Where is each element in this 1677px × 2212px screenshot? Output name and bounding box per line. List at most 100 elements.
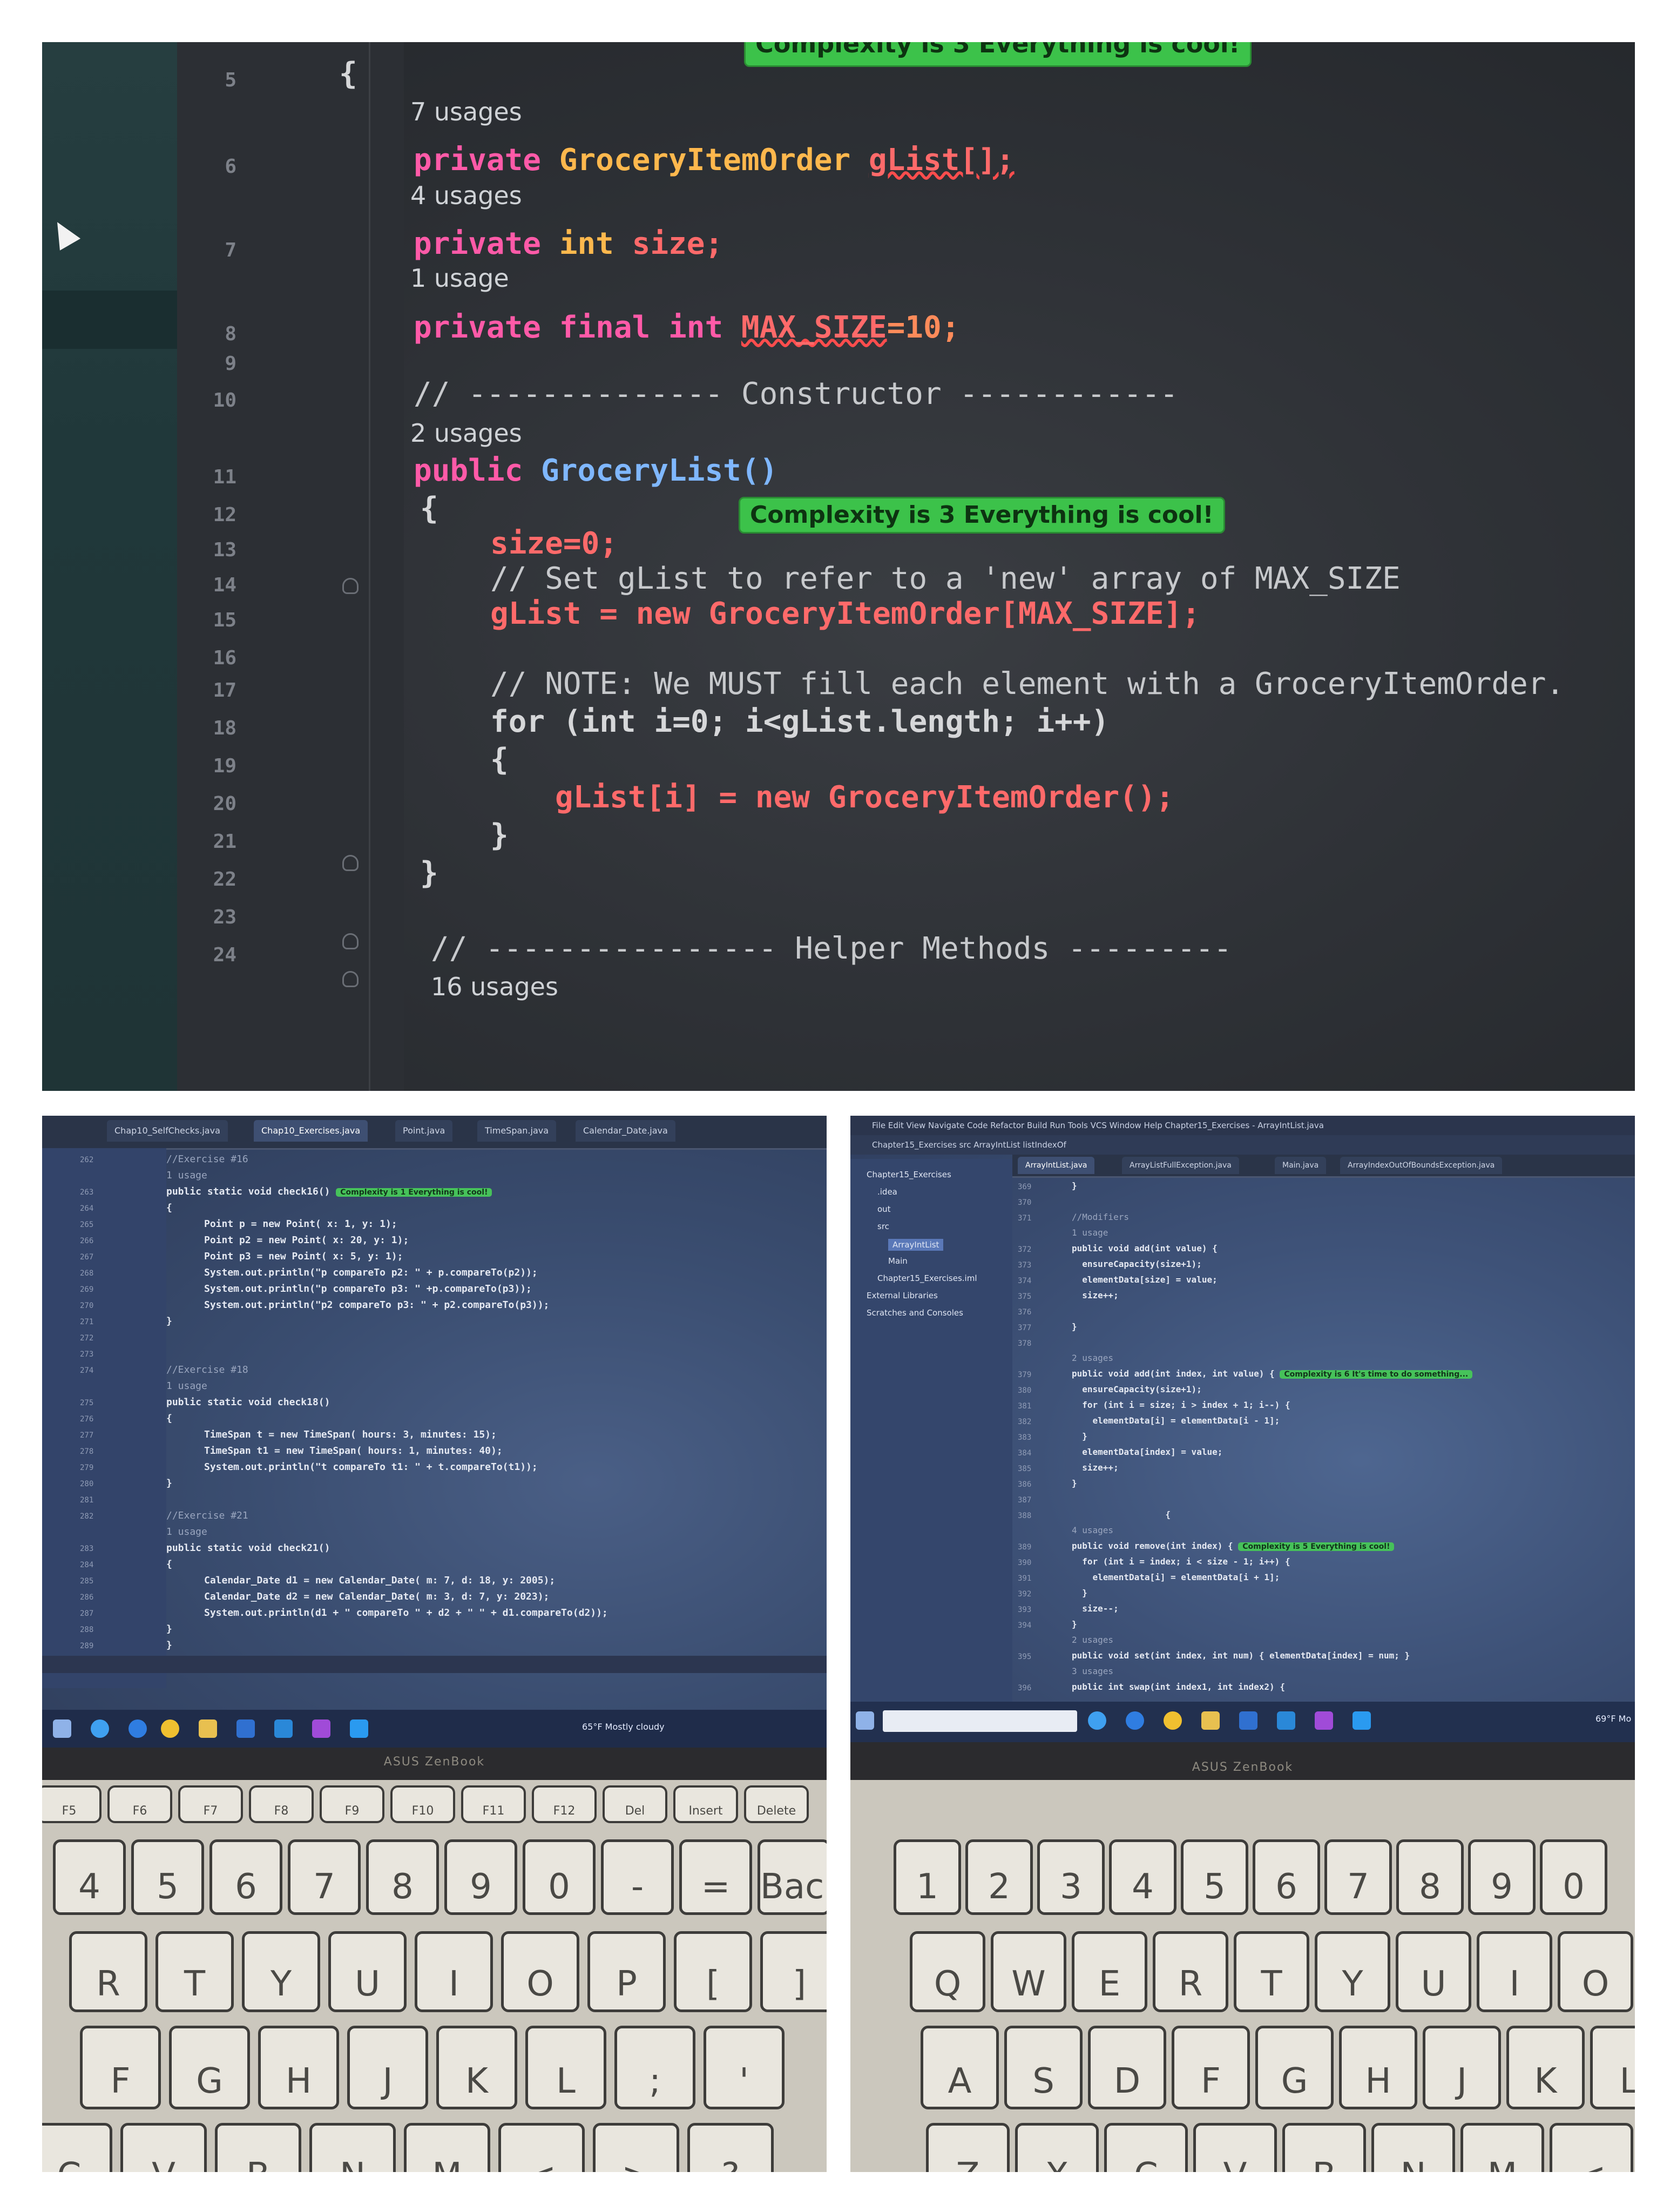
keyboard-key[interactable]: B [215, 2123, 301, 2172]
code-line[interactable]: size=0; [490, 526, 618, 561]
keyboard-key[interactable]: = [679, 1839, 752, 1915]
code-line[interactable]: private int size; [414, 226, 723, 261]
chrome-browser-icon[interactable] [1164, 1711, 1182, 1730]
editor-tab[interactable]: Main.java [1275, 1157, 1327, 1174]
editor-tab[interactable]: ArrayListFullException.java [1122, 1157, 1239, 1174]
editor-tab[interactable]: ArrayIndexOutOfBoundsException.java [1340, 1157, 1503, 1174]
keyboard-key[interactable]: L [1590, 2026, 1635, 2109]
keyboard-key[interactable]: S [1004, 2026, 1083, 2109]
code-line[interactable]: { [166, 1559, 172, 1570]
fold-icon[interactable] [342, 578, 359, 594]
keyboard-key[interactable]: Del [603, 1785, 667, 1823]
code-line[interactable]: public static void check16() Complexity … [166, 1186, 492, 1197]
keyboard-key[interactable]: Backspace [758, 1839, 827, 1915]
search-input[interactable] [883, 1710, 1077, 1732]
code-line[interactable]: } [420, 855, 438, 891]
keyboard-key[interactable]: > [593, 2123, 679, 2172]
keyboard-key[interactable]: W [991, 1931, 1066, 2012]
keyboard-key[interactable]: 2 [965, 1839, 1033, 1915]
keyboard-key[interactable]: Y [242, 1931, 320, 2012]
code-line[interactable]: //Exercise #16 [166, 1154, 248, 1165]
code-line[interactable]: } [166, 1316, 172, 1327]
code-line[interactable]: System.out.println("p compareTo p2: " + … [204, 1267, 538, 1278]
code-line[interactable]: 1 usage [166, 1170, 207, 1181]
vscode-icon[interactable] [350, 1719, 368, 1738]
code-line[interactable]: public void add(int value) { [1072, 1243, 1218, 1253]
code-line[interactable]: elementData[i] = elementData[i - 1]; [1072, 1415, 1280, 1426]
keyboard-key[interactable]: ' [704, 2026, 785, 2109]
intellij-icon[interactable] [312, 1719, 330, 1738]
keyboard-key[interactable]: P [587, 1931, 666, 2012]
fold-icon[interactable] [342, 971, 359, 987]
code-line[interactable]: private GroceryItemOrder gList[]; [414, 143, 1015, 178]
keyboard-key[interactable]: J [1423, 2026, 1501, 2109]
code-line[interactable]: 4 usages [1072, 1525, 1113, 1535]
complexity-badge[interactable]: Complexity is 5 Everything is cool! [1238, 1542, 1395, 1551]
code-line[interactable]: elementData[index] = value; [1072, 1447, 1222, 1457]
keyboard-key[interactable]: H [258, 2026, 339, 2109]
menu-bar[interactable]: File Edit View Navigate Code Refactor Bu… [850, 1116, 1635, 1135]
editor-tab[interactable]: Calendar_Date.java [576, 1120, 675, 1142]
keyboard-key[interactable]: M [1460, 2123, 1544, 2172]
chrome-browser-icon[interactable] [161, 1719, 179, 1738]
code-line[interactable]: { [166, 1413, 172, 1424]
code-line[interactable]: TimeSpan t1 = new TimeSpan( hours: 1, mi… [204, 1445, 503, 1456]
keyboard-key[interactable]: C [1104, 2123, 1188, 2172]
store-icon[interactable] [236, 1719, 255, 1738]
code-line[interactable]: private final int MAX_SIZE=10; [414, 310, 959, 345]
keyboard-key[interactable]: V [1193, 2123, 1277, 2172]
code-line[interactable]: ensureCapacity(size+1); [1072, 1384, 1202, 1394]
keyboard-key[interactable]: 5 [1181, 1839, 1248, 1915]
keyboard-key[interactable]: F7 [178, 1785, 243, 1823]
code-line[interactable]: } [1072, 1619, 1077, 1629]
keyboard-key[interactable]: Z [926, 2123, 1010, 2172]
code-line[interactable]: for (int i=0; i<gList.length; i++) [490, 704, 1109, 739]
keyboard-key[interactable]: M [404, 2123, 490, 2172]
project-tree-item[interactable]: Chapter15_Exercises.iml [877, 1273, 977, 1283]
code-line[interactable]: size++; [1072, 1462, 1118, 1473]
usages-hint[interactable]: 1 usage [410, 264, 509, 293]
code-line[interactable]: elementData[size] = value; [1072, 1274, 1217, 1285]
keyboard-key[interactable]: ] [760, 1931, 827, 2012]
code-line[interactable]: public GroceryList() [414, 453, 777, 488]
code-line[interactable]: System.out.println("p2 compareTo p3: " +… [204, 1299, 549, 1311]
file-explorer-icon[interactable] [1201, 1711, 1220, 1730]
code-line[interactable]: 1 usage [1072, 1228, 1108, 1238]
code-line[interactable]: //Exercise #21 [166, 1510, 248, 1521]
complexity-badge[interactable]: Complexity is 3 Everything is cool! [739, 497, 1225, 534]
keyboard-key[interactable]: F [1172, 2026, 1250, 2109]
editor-tab[interactable]: Chap10_Exercises.java [254, 1120, 368, 1142]
usages-hint[interactable]: 2 usages [410, 419, 522, 448]
keyboard-key[interactable]: Delete [744, 1785, 809, 1823]
code-line[interactable]: 3 usages [1072, 1666, 1113, 1676]
code-line[interactable]: for (int i = size; i > index + 1; i--) { [1072, 1400, 1290, 1410]
code-line[interactable]: // NOTE: We MUST fill each element with … [490, 666, 1564, 702]
code-line[interactable]: } [166, 1623, 172, 1635]
keyboard-key[interactable]: 7 [288, 1839, 361, 1915]
keyboard-key[interactable]: [ [674, 1931, 752, 2012]
keyboard-key[interactable]: - [601, 1839, 674, 1915]
code-line[interactable]: System.out.println("t compareTo t1: " + … [204, 1461, 538, 1473]
code-line[interactable]: Point p3 = new Point( x: 5, y: 1); [204, 1251, 403, 1262]
keyboard-key[interactable]: F6 [107, 1785, 172, 1823]
keyboard-key[interactable]: 9 [1468, 1839, 1536, 1915]
task-view-icon[interactable] [1088, 1711, 1106, 1730]
keyboard-key[interactable]: 9 [444, 1839, 517, 1915]
keyboard-key[interactable]: 5 [131, 1839, 204, 1915]
code-line[interactable]: { [339, 56, 357, 91]
code-line[interactable]: { [166, 1202, 172, 1213]
keyboard-key[interactable]: T [155, 1931, 234, 2012]
code-line[interactable]: // Set gList to refer to a 'new' array o… [490, 561, 1401, 596]
code-line[interactable]: } [166, 1478, 172, 1489]
keyboard-key[interactable]: C [42, 2123, 112, 2172]
editor-tab[interactable]: ArrayIntList.java [1018, 1157, 1095, 1174]
windows-start-icon[interactable] [856, 1711, 874, 1730]
keyboard-key[interactable]: 6 [209, 1839, 282, 1915]
keyboard-key[interactable]: N [309, 2123, 396, 2172]
code-line[interactable]: public int swap(int index1, int index2) … [1072, 1682, 1285, 1692]
keyboard-key[interactable]: F [80, 2026, 161, 2109]
project-tree-item[interactable]: Chapter15_Exercises [867, 1170, 951, 1179]
project-tree-item[interactable]: ArrayIntList [888, 1239, 944, 1251]
code-line[interactable]: 1 usage [166, 1380, 207, 1392]
edge-browser-icon[interactable] [129, 1719, 147, 1738]
